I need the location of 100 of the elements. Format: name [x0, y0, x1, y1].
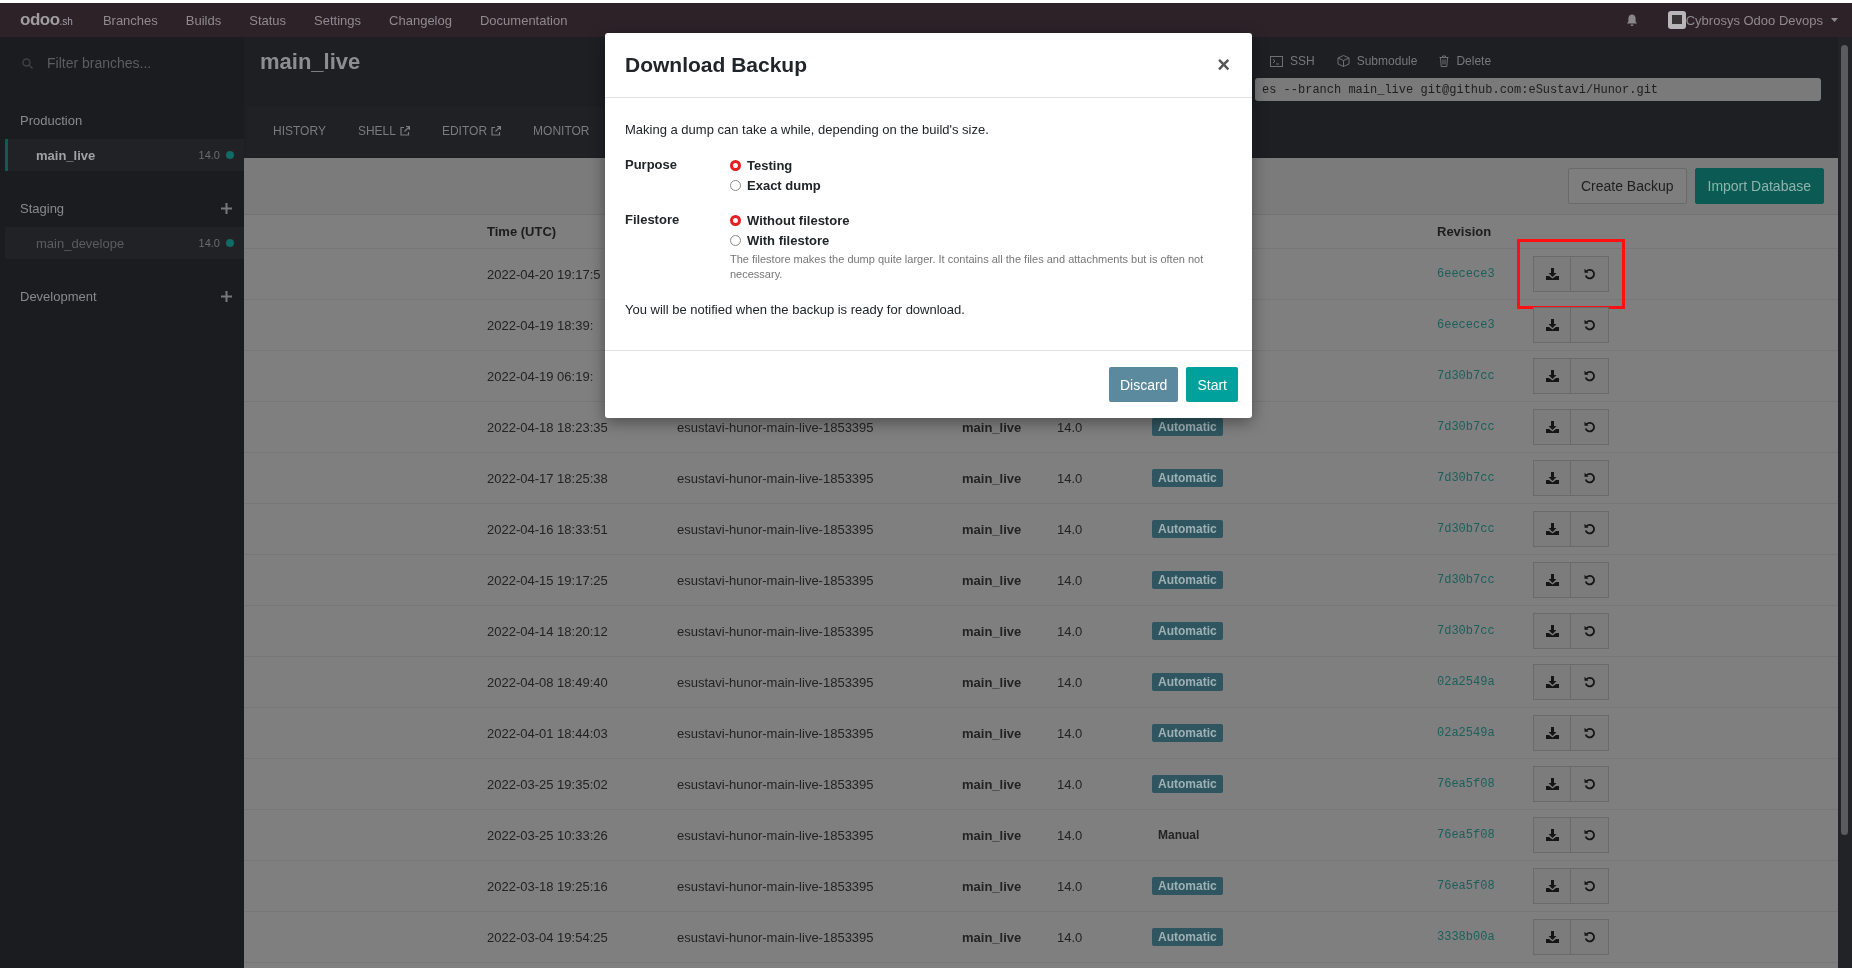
download-button[interactable]	[1533, 562, 1571, 598]
status-dot	[226, 239, 234, 247]
download-button[interactable]	[1533, 409, 1571, 445]
backup-name: esustavi-hunor-main-live-1853395	[677, 878, 875, 894]
timestamp: 2022-04-18 18:23:35	[487, 419, 609, 435]
branch-name: main_live	[36, 147, 97, 163]
trigger-badge: Automatic	[1152, 775, 1223, 793]
section-title: Production	[20, 112, 83, 128]
download-button[interactable]	[1533, 460, 1571, 496]
restore-button[interactable]	[1571, 868, 1609, 904]
import-button[interactable]: Import Database	[1694, 168, 1824, 204]
timestamp: 2022-04-15 19:17:25	[487, 572, 609, 588]
nav-link[interactable]: Documentation	[479, 12, 568, 28]
restore-icon	[1583, 472, 1596, 484]
backup-name: esustavi-hunor-main-live-1853395	[677, 674, 875, 690]
tab[interactable]: EDITOR	[429, 107, 514, 157]
branch-name: main_develope	[36, 235, 126, 251]
close-button[interactable]: ×	[1215, 52, 1232, 78]
tab[interactable]: MONITOR	[521, 107, 602, 157]
restore-button[interactable]	[1571, 919, 1609, 955]
restore-button[interactable]	[1571, 562, 1609, 598]
branch-item[interactable]: main_develope 14.0	[5, 227, 244, 259]
branch-label: main_live	[962, 419, 1023, 435]
search-field[interactable]: Filter branches...	[45, 53, 219, 73]
restore-button[interactable]	[1571, 256, 1609, 292]
branch-item[interactable]: main_live 14.0	[5, 139, 244, 171]
restore-button[interactable]	[1571, 613, 1609, 649]
timestamp: 2022-04-14 18:20:12	[487, 623, 609, 639]
bell-icon[interactable]	[1625, 13, 1638, 27]
logo[interactable]: odoo.sh	[20, 10, 73, 30]
column-header: Time (UTC)	[487, 224, 558, 239]
backup-name: esustavi-hunor-main-live-1853395	[677, 521, 875, 537]
nav-link[interactable]: Status	[249, 12, 287, 28]
download-button[interactable]	[1533, 868, 1571, 904]
download-button[interactable]	[1533, 358, 1571, 394]
ssh-link[interactable]: SSH	[1270, 50, 1315, 72]
download-button[interactable]	[1533, 715, 1571, 751]
option-label[interactable]: With filestore	[747, 232, 830, 248]
nav-link[interactable]: Changelog	[389, 12, 452, 28]
option-label[interactable]: Exact dump	[747, 177, 821, 193]
download-button[interactable]	[1533, 256, 1571, 292]
start-button[interactable]: Start	[1186, 367, 1238, 402]
version-label: 14.0	[1057, 623, 1084, 639]
delete-link[interactable]: Delete	[1439, 50, 1492, 72]
version-label: 14.0	[198, 237, 220, 249]
trigger-badge: Automatic	[1152, 622, 1223, 640]
backup-name: esustavi-hunor-main-live-1853395	[677, 827, 875, 843]
nav-link[interactable]: Builds	[185, 12, 222, 28]
version-label: 14.0	[198, 149, 220, 161]
download-button[interactable]	[1533, 919, 1571, 955]
tab[interactable]: SHELL	[345, 107, 422, 157]
clone-command-field[interactable]: es --branch main_live git@github.com:eSustavi/Hunor.git	[1255, 78, 1821, 101]
caret-icon	[1831, 18, 1838, 22]
download-icon	[1545, 931, 1559, 943]
restore-button[interactable]	[1571, 358, 1609, 394]
account-menu[interactable]: Cybrosys Odoo Devops	[1685, 12, 1838, 28]
download-icon	[1545, 880, 1559, 892]
restore-icon	[1583, 880, 1596, 892]
field-label: Filestore	[625, 211, 681, 229]
restore-button[interactable]	[1571, 460, 1609, 496]
backup-name: esustavi-hunor-main-live-1853395	[677, 572, 875, 588]
restore-button[interactable]	[1571, 307, 1609, 343]
download-button[interactable]	[1533, 307, 1571, 343]
scrollbar[interactable]	[1841, 45, 1848, 835]
trigger-badge: Automatic	[1152, 724, 1223, 742]
backup-name: esustavi-hunor-main-live-1853395	[677, 929, 875, 945]
version-label: 14.0	[1057, 725, 1084, 741]
help-text: The filestore makes the dump quite larger. It contains all the files and attachments but is often not necessary.	[730, 252, 1205, 282]
discard-button[interactable]: Discard	[1108, 367, 1179, 402]
tab[interactable]: HISTORY	[261, 107, 338, 157]
search-icon	[22, 57, 33, 69]
restore-icon	[1583, 523, 1596, 535]
radio-button[interactable]	[730, 159, 741, 171]
add-icon[interactable]	[221, 290, 232, 302]
restore-button[interactable]	[1571, 409, 1609, 445]
download-icon	[1545, 421, 1559, 433]
version-label: 14.0	[1057, 674, 1084, 690]
download-button[interactable]	[1533, 613, 1571, 649]
option-label[interactable]: Testing	[747, 157, 793, 173]
avatar-icon[interactable]	[1667, 11, 1686, 29]
option-label[interactable]: Without filestore	[747, 212, 850, 228]
create-button[interactable]: Create Backup	[1567, 168, 1687, 204]
download-button[interactable]	[1533, 511, 1571, 547]
restore-button[interactable]	[1571, 715, 1609, 751]
download-button[interactable]	[1533, 664, 1571, 700]
restore-button[interactable]	[1571, 817, 1609, 853]
radio-button[interactable]	[730, 214, 741, 226]
restore-icon	[1583, 676, 1596, 688]
add-icon[interactable]	[221, 202, 232, 214]
section-title: Development	[20, 288, 97, 304]
download-icon	[1545, 574, 1559, 586]
restore-button[interactable]	[1571, 511, 1609, 547]
nav-link[interactable]: Settings	[314, 12, 362, 28]
submodule-link[interactable]: Submodule	[1336, 50, 1418, 72]
download-button[interactable]	[1533, 766, 1571, 802]
nav-link[interactable]: Branches	[102, 12, 158, 28]
restore-button[interactable]	[1571, 664, 1609, 700]
timestamp: 2022-03-25 19:35:02	[487, 776, 609, 792]
download-button[interactable]	[1533, 817, 1571, 853]
restore-button[interactable]	[1571, 766, 1609, 802]
